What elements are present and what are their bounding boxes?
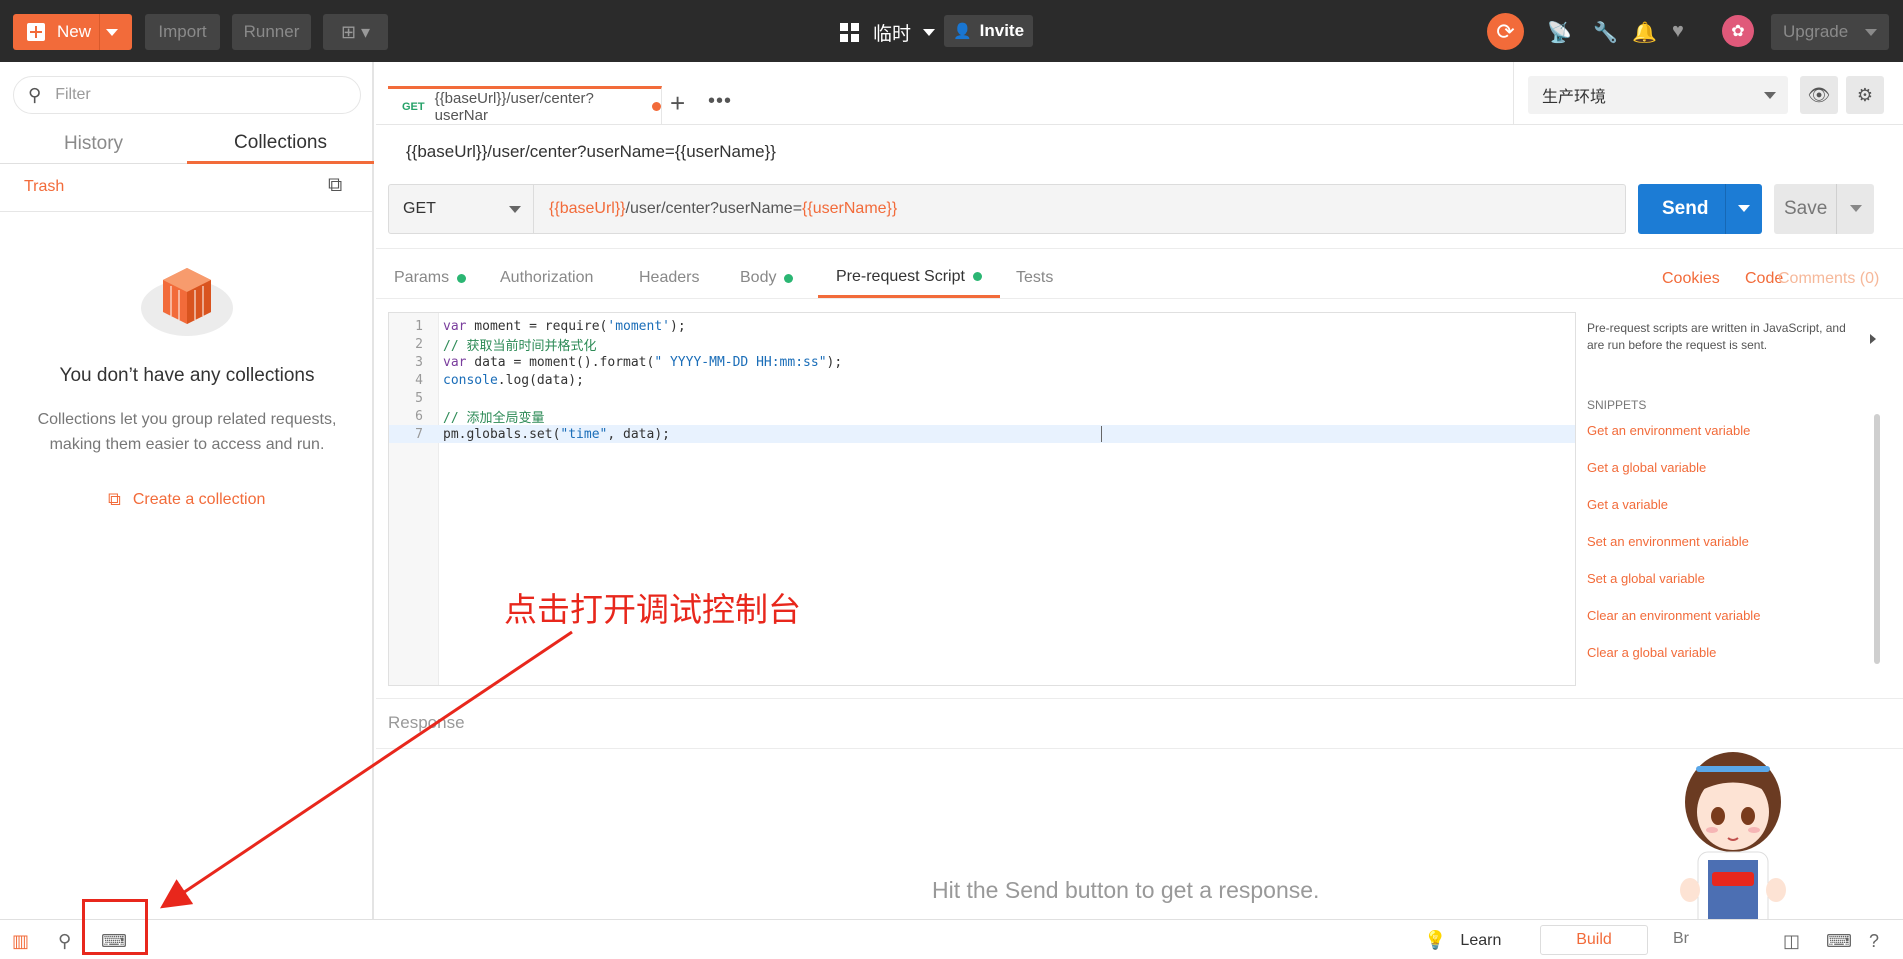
- empty-state-title: You don’t have any collections: [59, 365, 315, 386]
- runner-button[interactable]: Runner: [232, 14, 311, 50]
- satellite-icon[interactable]: 📡: [1547, 20, 1572, 45]
- chevron-down-icon: [1865, 29, 1877, 36]
- status-bar: ▥ ⚲ ⌨ 💡 Learn Build Br ◫ ⌨ ?: [0, 919, 1903, 959]
- keyboard-icon[interactable]: ⌨: [1826, 931, 1852, 952]
- snippet-item[interactable]: Set an environment variable: [1587, 534, 1749, 549]
- snippet-item[interactable]: Clear a global variable: [1587, 645, 1716, 660]
- tab-history[interactable]: History: [0, 124, 187, 164]
- bell-icon[interactable]: 🔔: [1632, 20, 1657, 45]
- code-line: 4 console.log(data);: [415, 372, 584, 388]
- tab-tests[interactable]: Tests: [1016, 258, 1053, 298]
- new-collection-icon[interactable]: ⧉: [328, 174, 342, 197]
- scrollbar[interactable]: [1874, 414, 1880, 664]
- chevron-down-icon[interactable]: [1738, 205, 1750, 212]
- import-button[interactable]: Import: [145, 14, 220, 50]
- sync-icon[interactable]: ⟳: [1487, 13, 1524, 50]
- request-tab-title: {{baseUrl}}/user/center?userNar: [434, 89, 594, 124]
- chevron-down-icon: [509, 206, 521, 213]
- invite-button[interactable]: 👤 Invite: [944, 15, 1033, 47]
- build-tab[interactable]: Build: [1540, 925, 1648, 955]
- chevron-down-icon: [923, 28, 936, 36]
- collection-box-icon: [141, 268, 233, 336]
- code-line: 5: [415, 390, 423, 406]
- tab-headers[interactable]: Headers: [639, 258, 699, 298]
- tab-body[interactable]: Body: [740, 258, 794, 298]
- annotation-highlight-box: [82, 899, 148, 955]
- trash-link[interactable]: Trash: [24, 178, 64, 196]
- save-button[interactable]: Save: [1774, 184, 1874, 234]
- snippet-item[interactable]: Clear an environment variable: [1587, 608, 1760, 623]
- chevron-right-icon[interactable]: [1870, 334, 1876, 344]
- sidebar-toggle-icon[interactable]: ▥: [12, 931, 29, 952]
- new-button-label: New: [57, 22, 92, 41]
- code-line: 3 var data = moment().format(" YYYY-MM-DD…: [415, 354, 843, 370]
- search-icon: ⚲: [28, 84, 42, 105]
- tab-pre-request-script[interactable]: Pre-request Script: [818, 258, 1000, 298]
- request-tabs: Params Authorization Headers Body Pre-re…: [394, 258, 1294, 298]
- new-collection-icon: ⧉: [108, 489, 121, 509]
- learn-button[interactable]: 💡 Learn: [1424, 930, 1501, 951]
- code-line: 1 var moment = require('moment');: [415, 318, 686, 334]
- lightbulb-icon: 💡: [1424, 930, 1447, 950]
- snippets-panel: Pre-request scripts are written in JavaS…: [1587, 312, 1903, 686]
- plus-icon: [27, 23, 45, 41]
- help-icon[interactable]: ?: [1869, 931, 1879, 952]
- sidebar: ⚲ Filter History Collections Trash ⧉ You…: [0, 62, 374, 919]
- heart-icon[interactable]: ♥: [1672, 20, 1684, 43]
- snippet-item[interactable]: Get a global variable: [1587, 460, 1706, 475]
- request-tab[interactable]: GET {{baseUrl}}/user/center?userNar: [388, 86, 662, 124]
- snippet-item[interactable]: Get an environment variable: [1587, 423, 1750, 438]
- grid-icon: [840, 22, 859, 42]
- create-collection-link[interactable]: ⧉ Create a collection: [108, 489, 265, 510]
- snippets-description: Pre-request scripts are written in JavaS…: [1587, 321, 1846, 352]
- tab-collections[interactable]: Collections: [187, 124, 374, 164]
- top-bar: New Import Runner ⊞ ▾ 临时 👤 Invite ⟳ 📡 🔧 …: [0, 0, 1903, 62]
- new-button[interactable]: New: [13, 14, 132, 50]
- empty-state-description: Collections let you group related reques…: [37, 411, 337, 453]
- environment-select[interactable]: 生产环境: [1528, 76, 1788, 114]
- request-name[interactable]: {{baseUrl}}/user/center?userName={{userN…: [406, 142, 776, 162]
- url-input[interactable]: {{baseUrl}}/user/center?userName= {{userN…: [549, 185, 897, 233]
- user-plus-icon: 👤: [952, 23, 972, 40]
- filter-input[interactable]: ⚲ Filter: [13, 76, 361, 114]
- send-button[interactable]: Send: [1638, 184, 1762, 234]
- snippet-item[interactable]: Get a variable: [1587, 497, 1668, 512]
- code-line: 2// 获取当前时间并格式化: [415, 336, 597, 354]
- window-plus-icon: ⊞ ▾: [340, 21, 371, 42]
- browse-tab[interactable]: Br: [1673, 930, 1689, 948]
- text-cursor: [1101, 426, 1102, 442]
- find-icon[interactable]: ⚲: [58, 931, 71, 952]
- url-bar: GET {{baseUrl}}/user/center?userName= {{u…: [388, 184, 1626, 234]
- wrench-icon[interactable]: 🔧: [1593, 20, 1618, 45]
- eye-icon[interactable]: 👁: [1800, 76, 1838, 114]
- response-hint: Hit the Send button to get a response.: [932, 877, 1320, 903]
- chevron-down-icon[interactable]: [1850, 205, 1862, 212]
- sidebar-tabs: History Collections: [0, 124, 374, 164]
- two-pane-icon[interactable]: ◫: [1783, 931, 1800, 952]
- chevron-down-icon[interactable]: [106, 29, 118, 36]
- avatar[interactable]: ✿: [1722, 15, 1754, 47]
- tab-authorization[interactable]: Authorization: [500, 258, 593, 298]
- method-select[interactable]: GET: [389, 185, 534, 233]
- code-line-current: 7 pm.globals.set("time", data);: [389, 425, 1575, 443]
- add-tab-button[interactable]: +: [670, 88, 685, 119]
- code-line: 6// 添加全局变量: [415, 408, 545, 426]
- new-window-button[interactable]: ⊞ ▾: [323, 14, 388, 50]
- annotation-text: 点击打开调试控制台: [504, 591, 801, 628]
- workspace-label: 临时: [873, 23, 912, 45]
- snippet-item[interactable]: Set a global variable: [1587, 571, 1705, 586]
- upgrade-button[interactable]: Upgrade: [1771, 14, 1889, 50]
- more-icon[interactable]: •••: [708, 90, 732, 113]
- workspace-switcher[interactable]: 临时: [840, 14, 936, 50]
- snippets-heading: SNIPPETS: [1587, 398, 1647, 412]
- gear-icon[interactable]: ⚙: [1846, 76, 1884, 114]
- tab-params[interactable]: Params: [394, 258, 467, 298]
- cookies-link[interactable]: Cookies: [1662, 270, 1720, 288]
- chevron-down-icon: [1764, 92, 1776, 99]
- response-label: Response: [388, 713, 465, 732]
- unsaved-dot: [652, 102, 661, 111]
- comments-link[interactable]: Comments (0): [1778, 270, 1879, 288]
